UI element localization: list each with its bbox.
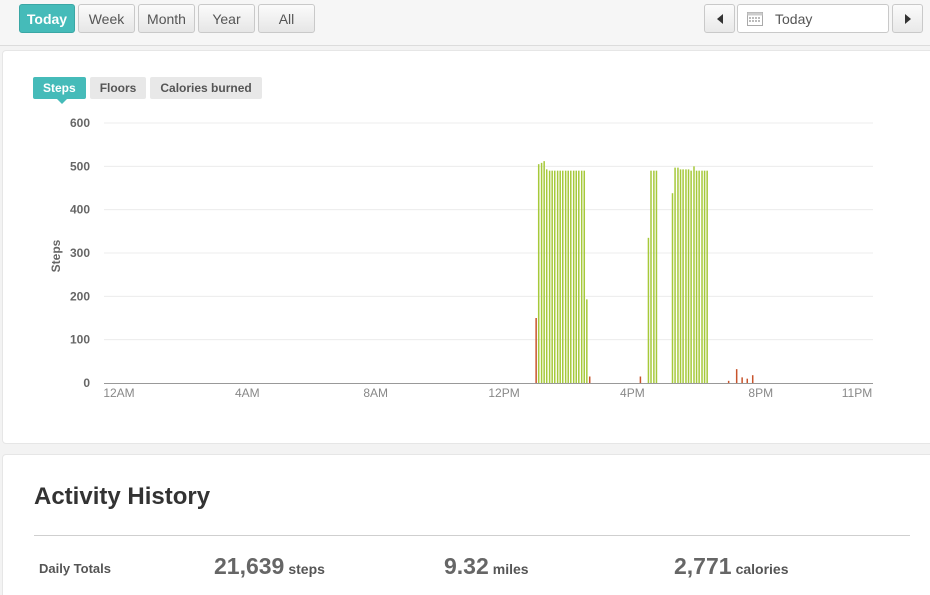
- bar: [690, 170, 692, 383]
- bar: [553, 170, 556, 383]
- bar: [540, 162, 543, 383]
- caret-left-icon: [716, 13, 723, 24]
- x-tick-label: 11PM: [842, 386, 872, 400]
- x-tick-label: 12AM: [103, 386, 134, 400]
- y-axis-label: Steps: [49, 239, 63, 272]
- total-miles-value: 9.32: [444, 553, 489, 579]
- bar: [727, 380, 730, 383]
- bar: [575, 170, 577, 383]
- total-calories: 2,771 calories: [674, 553, 789, 580]
- bar: [653, 170, 655, 383]
- x-tick-label: 12PM: [488, 386, 519, 400]
- total-steps: 21,639 steps: [214, 553, 325, 580]
- bar: [674, 167, 676, 383]
- next-day-button[interactable]: [892, 4, 923, 33]
- y-tick-label: 100: [70, 333, 90, 347]
- total-calories-unit: calories: [735, 561, 789, 577]
- x-tick-label: 8PM: [748, 386, 773, 400]
- range-toolbar: Today Week Month Year All Today: [0, 0, 930, 46]
- bar: [701, 170, 703, 383]
- bar: [655, 170, 658, 383]
- bar: [583, 170, 586, 383]
- steps-chart: Steps 600 500 400 300 200 100 0 12AM 4AM 8AM 12PM 4…: [49, 116, 873, 400]
- range-year-button[interactable]: Year: [198, 4, 255, 33]
- range-month-button[interactable]: Month: [138, 4, 195, 33]
- activity-history-card: Activity History Daily Totals 21,639 ste…: [2, 454, 930, 595]
- chart-card: Steps Floors Calories burned Steps 600 50…: [2, 50, 930, 444]
- range-week-button[interactable]: Week: [78, 4, 135, 33]
- x-tick-label: 4PM: [620, 386, 645, 400]
- bar: [543, 161, 545, 383]
- bar: [679, 169, 682, 383]
- bar: [535, 318, 537, 383]
- date-picker[interactable]: Today: [737, 4, 889, 33]
- bar: [650, 170, 652, 383]
- bar: [548, 170, 551, 383]
- bar: [671, 193, 674, 383]
- bar: [545, 169, 548, 383]
- y-tick-label: 0: [83, 376, 90, 390]
- y-tick-label: 600: [70, 116, 90, 130]
- bar: [567, 170, 569, 383]
- bar: [687, 169, 690, 383]
- bar: [580, 170, 583, 383]
- date-picker-label: Today: [775, 10, 813, 27]
- bar: [695, 170, 698, 383]
- y-tick-label: 500: [70, 159, 90, 173]
- bar: [698, 170, 700, 383]
- x-tick-label: 8AM: [363, 386, 388, 400]
- y-tick-label: 400: [70, 203, 90, 217]
- y-tick-label: 200: [70, 289, 90, 303]
- bar: [564, 170, 567, 383]
- total-miles: 9.32 miles: [444, 553, 529, 580]
- bar: [677, 167, 679, 383]
- bar: [572, 170, 575, 383]
- bar: [706, 170, 708, 383]
- bar: [537, 164, 540, 383]
- y-tick-label: 300: [70, 246, 90, 260]
- calendar-icon: [747, 12, 763, 26]
- bar: [685, 169, 687, 383]
- previous-day-button[interactable]: [704, 4, 735, 33]
- bar: [647, 237, 650, 383]
- bar: [741, 377, 743, 383]
- bar: [570, 170, 572, 383]
- daily-totals-label: Daily Totals: [39, 561, 112, 576]
- bar: [693, 166, 695, 383]
- bar: [682, 169, 684, 383]
- bar: [562, 170, 564, 383]
- caret-right-icon: [904, 13, 911, 24]
- total-steps-unit: steps: [288, 561, 325, 577]
- bar: [551, 170, 553, 383]
- activity-history-title: Activity History: [34, 483, 211, 510]
- bar: [588, 376, 591, 383]
- bar: [586, 299, 588, 383]
- total-calories-value: 2,771: [674, 553, 732, 579]
- total-steps-value: 21,639: [214, 553, 285, 579]
- range-today-button[interactable]: Today: [19, 4, 75, 33]
- divider: [34, 535, 910, 536]
- bar: [746, 378, 749, 383]
- bar: [639, 376, 642, 383]
- bar: [751, 375, 754, 383]
- x-tick-label: 4AM: [235, 386, 260, 400]
- total-miles-unit: miles: [492, 561, 529, 577]
- bar: [556, 170, 559, 383]
- bar: [735, 369, 738, 383]
- bar: [578, 170, 580, 383]
- bar: [703, 170, 706, 383]
- bar: [559, 170, 561, 383]
- range-all-button[interactable]: All: [258, 4, 315, 33]
